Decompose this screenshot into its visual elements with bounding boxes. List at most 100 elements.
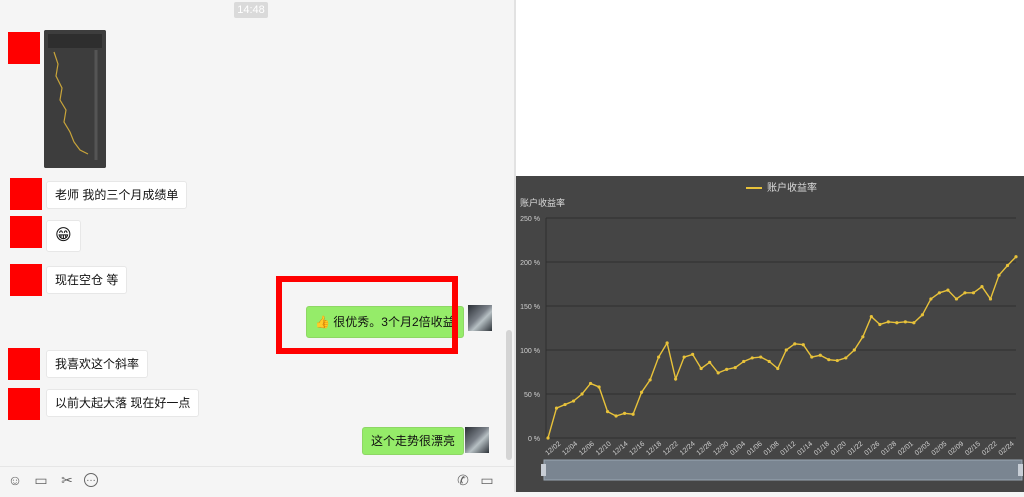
- y-tick-label: 200 %: [520, 260, 540, 267]
- data-point: [912, 321, 916, 325]
- x-tick-label: 02/24: [998, 440, 1016, 457]
- data-point: [810, 355, 814, 359]
- avatar[interactable]: [468, 305, 492, 331]
- data-point: [750, 356, 754, 360]
- data-point: [699, 366, 703, 371]
- data-point: [759, 355, 763, 359]
- avatar[interactable]: [8, 348, 40, 380]
- x-tick-label: 12/16: [628, 440, 646, 457]
- message-bubble[interactable]: 老师 我的三个月成绩单: [46, 181, 188, 209]
- data-point: [971, 291, 976, 295]
- x-tick-label: 01/28: [880, 440, 898, 457]
- data-point: [818, 353, 822, 357]
- data-point: [597, 385, 601, 389]
- data-point: [844, 356, 848, 360]
- x-tick-label: 01/22: [847, 440, 865, 457]
- phone-icon[interactable]: ✆: [454, 471, 472, 489]
- data-point: [682, 355, 686, 359]
- data-point: [878, 322, 882, 327]
- message-bubble[interactable]: 我喜欢这个斜率: [46, 350, 149, 378]
- chart-legend[interactable]: 账户收益率: [746, 179, 817, 194]
- data-point: [827, 358, 831, 362]
- x-tick-label: 01/26: [863, 440, 881, 457]
- y-tick-label: 100 %: [520, 348, 540, 355]
- data-point: [1005, 263, 1010, 268]
- message-timestamp: 14:48: [234, 2, 268, 18]
- input-toolbar: ☺ ▭ ✂ … ✆ ▭: [0, 466, 514, 493]
- avatar[interactable]: [10, 264, 42, 296]
- chat-scrollbar[interactable]: [506, 330, 512, 460]
- data-point: [665, 341, 669, 345]
- data-point: [674, 377, 678, 381]
- data-point: [588, 381, 593, 386]
- x-tick-label: 02/22: [981, 440, 999, 457]
- highlight-box: [276, 276, 458, 354]
- emoji-icon[interactable]: ☺: [6, 471, 24, 489]
- x-tick-label: 01/14: [796, 440, 814, 457]
- data-point: [776, 366, 780, 371]
- message-bubble-sent[interactable]: 这个走势很漂亮: [362, 427, 465, 455]
- chart-screenshot-image[interactable]: [44, 30, 106, 168]
- x-tick-label: 12/10: [595, 440, 613, 457]
- folder-icon[interactable]: ▭: [32, 471, 50, 489]
- avatar[interactable]: [465, 427, 489, 453]
- data-point: [648, 378, 652, 382]
- y-tick-label: 50 %: [524, 392, 540, 399]
- chat-panel: 14:48 老师 我的三个月成绩单 😁 现在空仓 等 👍 很优秀。3个月2倍收益…: [0, 0, 514, 493]
- data-point: [622, 411, 627, 415]
- x-tick-label: 02/03: [914, 440, 932, 457]
- zoom-handle-left: [541, 464, 546, 476]
- data-point: [725, 367, 729, 371]
- scissors-icon[interactable]: ✂: [58, 471, 76, 489]
- data-point: [733, 366, 737, 370]
- data-point: [801, 343, 805, 347]
- emoji-message[interactable]: 😁: [46, 220, 81, 252]
- zoom-handle-right: [1018, 464, 1023, 476]
- data-point: [793, 342, 797, 346]
- data-point: [716, 371, 720, 375]
- x-tick-label: 12/14: [612, 440, 630, 457]
- avatar[interactable]: [10, 178, 42, 210]
- x-tick-label: 02/01: [897, 440, 915, 457]
- x-tick-label: 12/02: [544, 440, 562, 457]
- data-point: [640, 390, 644, 394]
- x-tick-label: 01/04: [729, 440, 747, 457]
- x-tick-label: 12/28: [696, 440, 714, 457]
- data-point: [895, 321, 899, 325]
- chat-history-icon[interactable]: …: [84, 473, 98, 487]
- video-icon[interactable]: ▭: [478, 471, 496, 489]
- message-bubble[interactable]: 以前大起大落 现在好一点: [46, 389, 200, 417]
- data-point: [742, 359, 746, 364]
- x-tick-label: 12/04: [561, 440, 579, 457]
- data-point: [708, 360, 712, 364]
- y-tick-label: 150 %: [520, 304, 540, 311]
- data-point: [835, 358, 839, 363]
- data-point: [614, 414, 618, 418]
- avatar[interactable]: [8, 388, 40, 420]
- x-tick-label: 12/22: [662, 440, 680, 457]
- x-tick-label: 01/20: [830, 440, 848, 457]
- data-point: [997, 273, 1001, 277]
- x-tick-label: 12/06: [578, 440, 596, 457]
- x-tick-label: 02/05: [931, 440, 949, 457]
- x-tick-label: 01/08: [763, 440, 781, 457]
- x-tick-label: 01/06: [746, 440, 764, 457]
- data-point: [869, 314, 873, 319]
- x-tick-label: 01/18: [813, 440, 831, 457]
- x-tick-label: 12/24: [679, 440, 697, 457]
- data-point: [784, 348, 788, 352]
- data-point: [546, 436, 550, 440]
- avatar[interactable]: [8, 32, 40, 64]
- data-point: [852, 348, 856, 352]
- avatar[interactable]: [10, 216, 42, 248]
- data-point: [980, 285, 984, 289]
- legend-line-icon: [746, 187, 762, 190]
- data-point: [861, 335, 865, 339]
- message-bubble[interactable]: 现在空仓 等: [46, 266, 128, 294]
- blank-panel: [516, 0, 1024, 176]
- y-axis-title: 账户收益率: [520, 198, 566, 208]
- y-tick-label: 250 %: [520, 216, 540, 223]
- data-point: [657, 355, 661, 359]
- data-point: [580, 392, 584, 396]
- data-point: [963, 291, 967, 295]
